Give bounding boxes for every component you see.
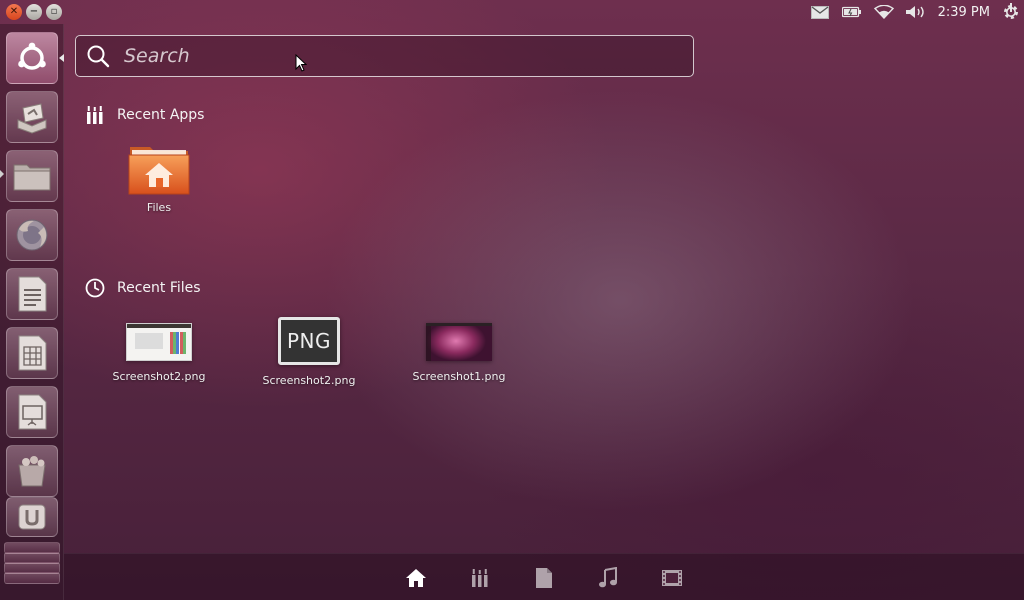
launcher-item-ubuntu-one[interactable] <box>6 497 58 537</box>
file-tile[interactable]: Screenshot2.png <box>84 320 234 383</box>
launcher-item-files[interactable] <box>6 150 58 202</box>
window-controls: ✕ − ▫ <box>6 4 62 20</box>
search-input[interactable] <box>124 41 693 71</box>
recent-apps-header[interactable]: Recent Apps <box>84 104 204 126</box>
file-tile[interactable]: Screenshot1.png <box>384 320 534 383</box>
launcher-item-firefox[interactable] <box>6 209 58 261</box>
wifi-icon[interactable] <box>868 0 900 24</box>
indicator-area: 2:39 PM <box>804 0 1024 24</box>
mouse-pointer-icon <box>295 54 307 72</box>
screenshot-thumbnail <box>426 323 492 361</box>
folder-icon <box>13 164 51 191</box>
launcher-item-impress[interactable] <box>6 386 58 438</box>
launcher-item-writer[interactable] <box>6 268 58 320</box>
ubuntu-logo-icon <box>18 42 46 70</box>
app-tile-files[interactable]: Files <box>84 143 234 214</box>
apps-icon <box>84 104 106 126</box>
launcher-item-calc[interactable] <box>6 327 58 379</box>
minimize-icon[interactable]: − <box>26 4 42 20</box>
close-icon[interactable]: ✕ <box>6 4 22 20</box>
file-label: Screenshot2.png <box>112 370 206 383</box>
file-thumbnail <box>384 320 534 364</box>
file-label: Screenshot1.png <box>412 370 506 383</box>
launcher <box>0 24 64 600</box>
software-center-icon <box>18 456 46 487</box>
dash-home-button[interactable] <box>6 32 58 84</box>
video-lens-icon[interactable] <box>660 566 684 590</box>
file-thumbnail <box>84 320 234 364</box>
files-lens-icon[interactable] <box>532 566 556 590</box>
firefox-icon <box>16 219 48 251</box>
clock[interactable]: 2:39 PM <box>932 5 998 20</box>
volume-icon[interactable] <box>900 0 932 24</box>
recent-files-header[interactable]: Recent Files <box>84 277 201 299</box>
section-title: Recent Files <box>117 280 201 296</box>
top-panel: ✕ − ▫ 2:39 PM <box>0 0 1024 24</box>
mail-icon[interactable] <box>804 0 836 24</box>
app-label: Files <box>146 201 172 214</box>
png-file-icon: PNG <box>278 317 340 365</box>
home-folder-icon <box>84 143 234 195</box>
gear-icon[interactable] <box>998 0 1024 24</box>
apps-lens-icon[interactable] <box>468 566 492 590</box>
clock-icon <box>84 277 106 299</box>
section-title: Recent Apps <box>117 107 205 123</box>
launcher-item-installer[interactable] <box>6 91 58 143</box>
maximize-icon[interactable]: ▫ <box>46 4 62 20</box>
calc-icon <box>18 335 47 371</box>
music-lens-icon[interactable] <box>596 566 620 590</box>
screenshot-thumbnail <box>126 323 192 361</box>
writer-icon <box>18 276 47 312</box>
launcher-stack-layer <box>4 542 60 554</box>
launcher-item-software-center[interactable] <box>6 445 58 497</box>
installer-icon <box>17 103 47 134</box>
running-pip-indicator <box>0 170 4 178</box>
search-box[interactable] <box>75 35 694 77</box>
home-lens-icon[interactable] <box>404 566 428 590</box>
ubuntu-one-icon <box>18 504 46 530</box>
file-thumbnail: PNG <box>234 316 384 366</box>
search-icon <box>86 44 110 68</box>
file-label: Screenshot2.png <box>262 374 356 387</box>
lens-bar <box>64 553 1024 600</box>
impress-icon <box>18 394 47 430</box>
active-arrow-indicator <box>59 54 64 62</box>
file-tile[interactable]: PNG Screenshot2.png <box>234 316 384 387</box>
battery-icon[interactable] <box>836 0 868 24</box>
